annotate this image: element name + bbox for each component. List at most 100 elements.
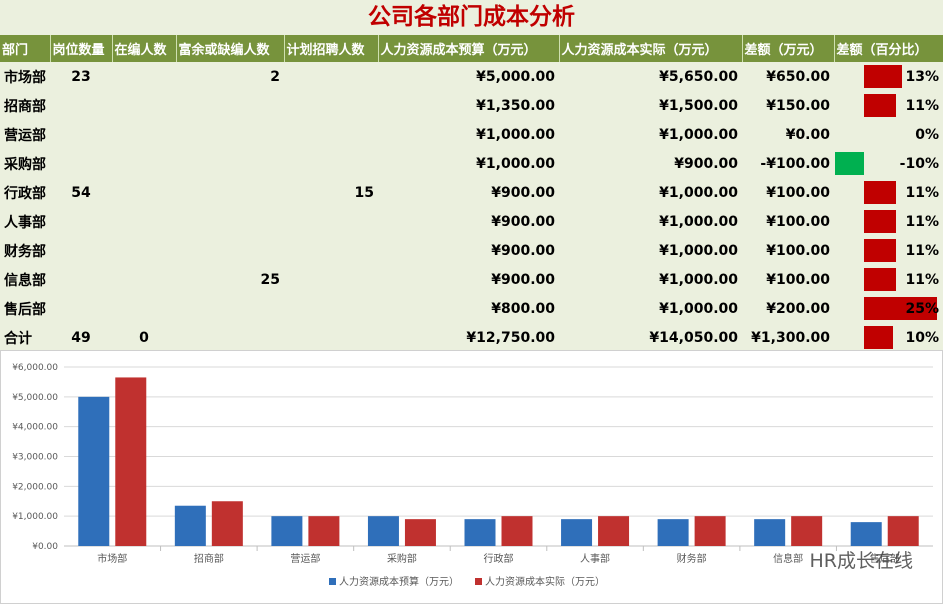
cell-staff — [112, 62, 176, 91]
pct-label: 11% — [905, 242, 939, 259]
cell-pct: 11% — [834, 178, 943, 207]
cell-staff — [112, 236, 176, 265]
table-row: 采购部 ¥1,000.00 ¥900.00 -¥100.00 -10% — [0, 149, 943, 178]
cell-diff: ¥100.00 — [766, 242, 830, 259]
cell-actual: ¥1,000.00 — [659, 242, 738, 259]
column-header: 在编人数 — [112, 35, 177, 62]
cell-budget: ¥900.00 — [491, 271, 555, 288]
bar-budget — [464, 519, 496, 546]
cell-pct: 11% — [834, 236, 943, 265]
pct-label: -10% — [899, 155, 939, 172]
pct-data-bar — [864, 94, 896, 117]
pct-label: 13% — [905, 68, 939, 85]
bar-actual — [308, 516, 340, 546]
table-row: 营运部 ¥1,000.00 ¥1,000.00 ¥0.00 0% — [0, 120, 943, 149]
bar-actual — [404, 519, 436, 546]
y-tick-label: ¥1,000.00 — [12, 512, 58, 522]
cell-plan — [284, 120, 378, 149]
y-tick-label: ¥5,000.00 — [12, 393, 58, 403]
column-header: 人力资源成本预算（万元） — [378, 35, 560, 62]
cell-actual: ¥1,500.00 — [659, 97, 738, 114]
column-header: 差额（万元） — [742, 35, 835, 62]
bar-budget — [561, 519, 593, 546]
cell-dept: 合计 — [4, 330, 32, 347]
watermark: HR成长在线 — [809, 550, 914, 572]
column-header: 岗位数量 — [50, 35, 113, 62]
bar-budget — [367, 516, 399, 546]
legend-swatch — [475, 578, 482, 585]
cell-surplus — [176, 91, 284, 120]
cell-posts — [50, 149, 112, 178]
cell-actual: ¥1,000.00 — [659, 300, 738, 317]
page-title: 公司各部门成本分析 — [0, 0, 943, 35]
cell-actual: ¥14,050.00 — [649, 329, 738, 346]
cell-staff: 0 — [139, 329, 149, 346]
cell-dept: 市场部 — [4, 69, 46, 86]
cell-dept: 采购部 — [4, 156, 46, 173]
cell-budget: ¥5,000.00 — [476, 68, 555, 85]
cell-dept: 财务部 — [4, 243, 46, 260]
cell-diff: ¥150.00 — [766, 97, 830, 114]
table-row: 行政部 54 15 ¥900.00 ¥1,000.00 ¥100.00 11% — [0, 178, 943, 207]
cell-posts — [50, 120, 112, 149]
x-tick-label: 采购部 — [387, 552, 417, 565]
cell-diff: ¥100.00 — [766, 213, 830, 230]
cell-posts: 49 — [71, 329, 91, 346]
column-header: 富余或缺编人数 — [176, 35, 285, 62]
column-header: 差额（百分比） — [834, 35, 943, 62]
cell-dept: 营运部 — [4, 127, 46, 144]
pct-label: 25% — [905, 300, 939, 317]
cell-diff: ¥1,300.00 — [751, 329, 830, 346]
bar-budget — [754, 519, 786, 546]
bar-budget — [271, 516, 303, 546]
legend-label: 人力资源成本预算（万元） — [339, 575, 459, 588]
cell-diff: ¥200.00 — [766, 300, 830, 317]
x-tick-label: 市场部 — [97, 552, 127, 565]
cell-posts — [50, 294, 112, 323]
cell-plan — [284, 207, 378, 236]
cell-actual: ¥1,000.00 — [659, 184, 738, 201]
table-row: 招商部 ¥1,350.00 ¥1,500.00 ¥150.00 11% — [0, 91, 943, 120]
table-row: 人事部 ¥900.00 ¥1,000.00 ¥100.00 11% — [0, 207, 943, 236]
legend-swatch — [329, 578, 336, 585]
cell-pct: 11% — [834, 91, 943, 120]
table-row: 售后部 ¥800.00 ¥1,000.00 ¥200.00 25% — [0, 294, 943, 323]
cell-diff: ¥100.00 — [766, 184, 830, 201]
cell-budget: ¥1,000.00 — [476, 126, 555, 143]
pct-label: 11% — [905, 97, 939, 114]
cell-dept: 售后部 — [4, 301, 46, 318]
cell-budget: ¥1,350.00 — [476, 97, 555, 114]
cell-pct: 11% — [834, 265, 943, 294]
cell-diff: -¥100.00 — [760, 155, 830, 172]
pct-label: 0% — [915, 126, 939, 143]
cell-staff — [112, 91, 176, 120]
cell-plan — [284, 62, 378, 91]
x-tick-label: 人事部 — [580, 552, 610, 565]
pct-data-bar — [864, 268, 896, 291]
pct-label: 10% — [905, 329, 939, 346]
cell-dept: 人事部 — [4, 214, 46, 231]
cell-budget: ¥12,750.00 — [466, 329, 555, 346]
cell-budget: ¥800.00 — [491, 300, 555, 317]
cell-posts — [50, 236, 112, 265]
cell-pct: 25% — [834, 294, 943, 323]
cell-posts: 23 — [71, 68, 91, 85]
x-tick-label: 招商部 — [194, 552, 224, 565]
cell-surplus: 2 — [270, 68, 280, 85]
cell-surplus — [176, 178, 284, 207]
cell-actual: ¥1,000.00 — [659, 271, 738, 288]
bar-budget — [850, 522, 882, 546]
bar-actual — [887, 516, 919, 546]
chart-svg: ¥0.00 ¥1,000.00 ¥2,000.00 ¥3,000.00 ¥4,000.0… — [12, 363, 933, 588]
cell-pct: 13% — [834, 62, 943, 91]
cell-dept: 信息部 — [4, 272, 46, 289]
column-header: 部门 — [0, 35, 51, 62]
table-row: 合计 49 0 ¥12,750.00 ¥14,050.00 ¥1,300.00 10% — [0, 323, 943, 352]
cell-budget: ¥1,000.00 — [476, 155, 555, 172]
cell-posts: 54 — [71, 184, 91, 201]
cell-surplus — [176, 294, 284, 323]
y-tick-label: ¥0.00 — [32, 542, 58, 552]
bar-actual — [598, 516, 630, 546]
pct-data-bar — [864, 326, 893, 349]
cell-budget: ¥900.00 — [491, 242, 555, 259]
